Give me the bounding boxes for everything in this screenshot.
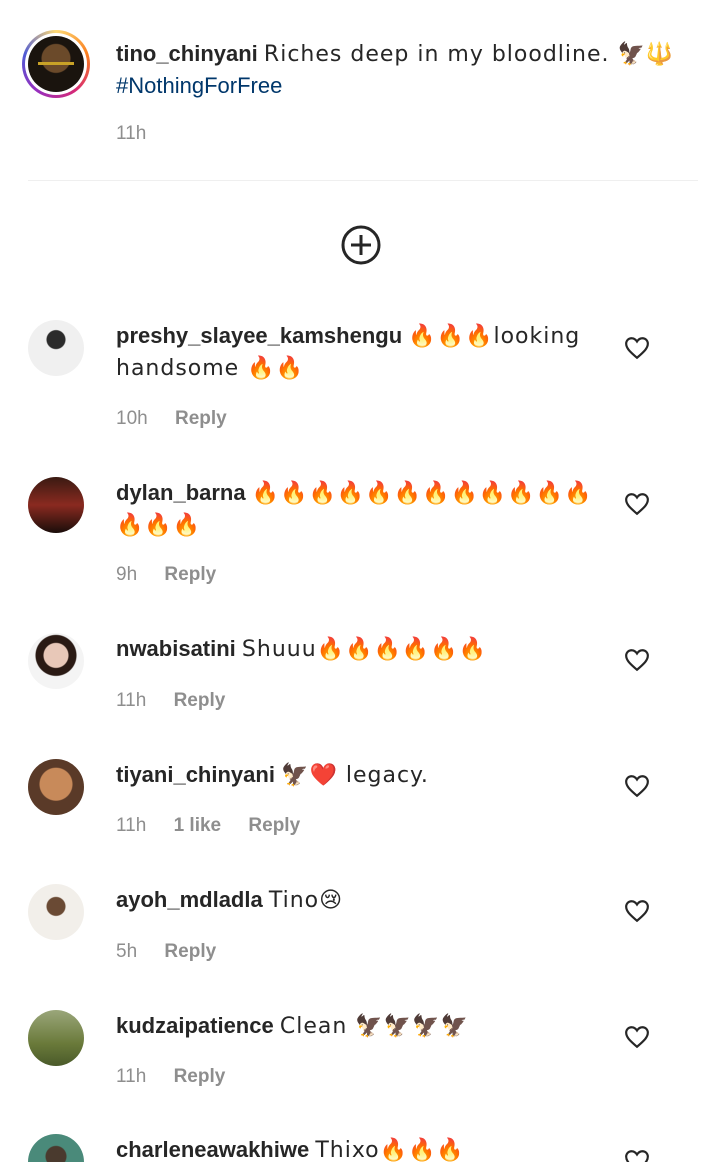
comment-body: Shuuu🔥🔥🔥🔥🔥🔥 <box>241 637 488 662</box>
comment-username[interactable]: kudzaipatience <box>116 1013 274 1038</box>
comment-username[interactable]: ayoh_mdladla <box>116 887 263 912</box>
comment-body: Thixo🔥🔥🔥 <box>315 1138 465 1162</box>
reply-button[interactable]: Reply <box>164 941 216 962</box>
like-count[interactable]: 1 like <box>174 815 222 836</box>
commenter-avatar[interactable] <box>28 633 84 689</box>
commenter-avatar[interactable] <box>28 1010 84 1066</box>
caption-time: 11h <box>116 123 147 144</box>
plus-circle-icon[interactable] <box>340 224 382 266</box>
comment-time: 11h <box>116 815 147 836</box>
caption-hashtag[interactable]: #NothingForFree <box>116 70 676 101</box>
comment-time: 5h <box>116 941 138 962</box>
comment-username[interactable]: charleneawakhiwe <box>116 1137 309 1162</box>
heart-icon[interactable] <box>624 492 650 516</box>
post-caption: tino_chinyani Riches deep in my bloodlin… <box>22 30 698 180</box>
comment-meta: 11h 1 like Reply <box>116 815 322 837</box>
comment-item: charleneawakhiwe Thixo🔥🔥🔥 <box>0 1134 720 1162</box>
divider <box>28 180 698 181</box>
comment-text: charleneawakhiwe Thixo🔥🔥🔥 <box>116 1134 596 1162</box>
comment-text: tiyani_chinyani 🦅❤️ legacy. <box>116 759 596 791</box>
caption-username[interactable]: tino_chinyani <box>116 41 258 66</box>
caption-body: Riches deep in my bloodline. 🦅🔱 <box>263 42 675 67</box>
comment-meta: 9h Reply <box>116 564 238 586</box>
commenter-avatar[interactable] <box>28 477 84 533</box>
reply-button[interactable]: Reply <box>174 1066 226 1087</box>
commenter-avatar[interactable] <box>28 884 84 940</box>
comment-username[interactable]: nwabisatini <box>116 636 236 661</box>
comment-meta: 11h Reply <box>116 1066 247 1088</box>
comment-meta: 5h Reply <box>116 941 238 963</box>
comment-time: 11h <box>116 690 147 711</box>
comment-body: 🦅❤️ legacy. <box>281 763 429 788</box>
caption-text: tino_chinyani Riches deep in my bloodlin… <box>116 38 676 101</box>
reply-button[interactable]: Reply <box>174 690 226 711</box>
comment-username[interactable]: tiyani_chinyani <box>116 762 275 787</box>
heart-icon[interactable] <box>624 774 650 798</box>
comment-text: nwabisatini Shuuu🔥🔥🔥🔥🔥🔥 <box>116 633 596 665</box>
comment-time: 9h <box>116 564 138 585</box>
heart-icon[interactable] <box>624 899 650 923</box>
comment-text: ayoh_mdladla Tino😢 <box>116 884 596 916</box>
comment-username[interactable]: dylan_barna <box>116 480 246 505</box>
comment-text: kudzaipatience Clean 🦅🦅🦅🦅 <box>116 1010 596 1042</box>
comment-meta: 10h Reply <box>116 408 249 430</box>
comment-meta: 11h Reply <box>116 690 247 712</box>
commenter-avatar[interactable] <box>28 759 84 815</box>
heart-icon[interactable] <box>624 336 650 360</box>
reply-button[interactable]: Reply <box>175 408 227 429</box>
heart-icon[interactable] <box>624 648 650 672</box>
commenter-avatar[interactable] <box>28 320 84 376</box>
reply-button[interactable]: Reply <box>164 564 216 585</box>
heart-icon[interactable] <box>624 1149 650 1162</box>
comment-body: Tino😢 <box>268 888 344 913</box>
comment-username[interactable]: preshy_slayee_kamshengu <box>116 323 402 348</box>
author-avatar-image <box>28 36 84 92</box>
commenter-avatar[interactable] <box>28 1134 84 1162</box>
heart-icon[interactable] <box>624 1025 650 1049</box>
author-avatar[interactable] <box>22 30 90 98</box>
comment-time: 11h <box>116 1066 147 1087</box>
comment-text: dylan_barna 🔥🔥🔥🔥🔥🔥🔥🔥🔥🔥🔥🔥🔥🔥🔥 <box>116 477 596 541</box>
reply-button[interactable]: Reply <box>248 815 300 836</box>
comment-body: Clean 🦅🦅🦅🦅 <box>279 1014 469 1039</box>
comment-time: 10h <box>116 408 148 429</box>
comment-text: preshy_slayee_kamshengu 🔥🔥🔥looking hands… <box>116 320 596 384</box>
